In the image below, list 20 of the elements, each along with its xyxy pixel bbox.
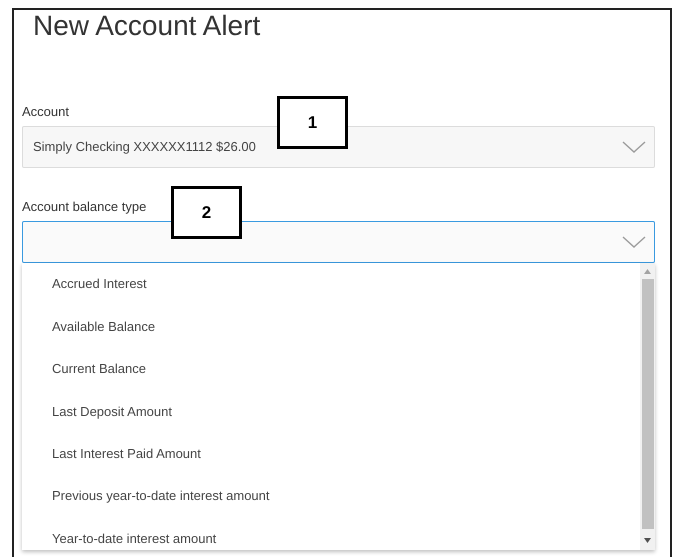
dropdown-option[interactable]: Last Deposit Amount	[22, 390, 640, 433]
callout-number: 2	[171, 186, 242, 239]
chevron-down-icon	[622, 236, 646, 248]
dropdown-option[interactable]: Current Balance	[22, 348, 640, 390]
field-label: Account balance type	[22, 199, 146, 215]
scrollbar[interactable]	[640, 263, 655, 550]
select-field[interactable]	[22, 221, 655, 263]
dropdown-option[interactable]: Last Interest Paid Amount	[22, 432, 640, 475]
chevron-down-icon	[622, 140, 646, 154]
callout-number: 1	[277, 96, 348, 149]
select-value: Simply Checking XXXXXX1112 $26.00	[33, 138, 256, 156]
dropdown-option[interactable]: Year-to-date interest amount	[22, 517, 640, 550]
field-label: Account	[22, 104, 69, 120]
dropdown-option[interactable]: Accrued Interest	[22, 263, 640, 306]
page-title: New Account Alert	[33, 10, 260, 42]
scroll-down-icon[interactable]	[644, 538, 651, 543]
dropdown-option[interactable]: Previous year-to-date interest amount	[22, 474, 640, 518]
scrollbar-thumb[interactable]	[642, 279, 654, 529]
dropdown-option[interactable]: Available Balance	[22, 305, 640, 348]
scroll-up-icon[interactable]	[644, 269, 651, 274]
